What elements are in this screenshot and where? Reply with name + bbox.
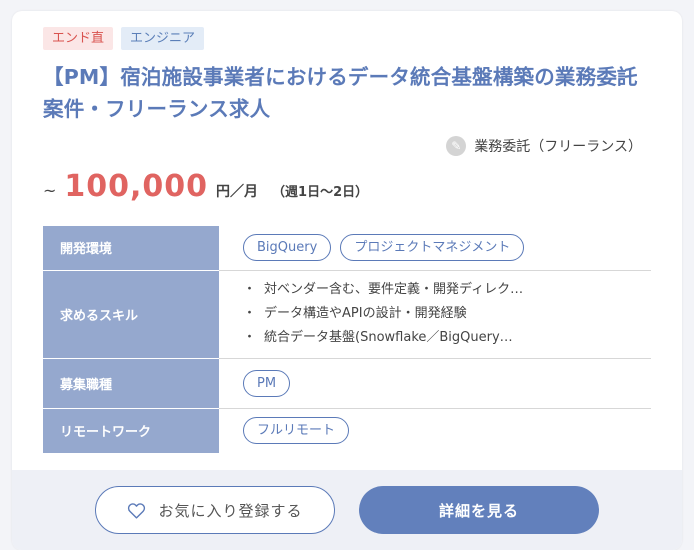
tag-list: エンド直 エンジニア: [43, 27, 205, 50]
spec-value-env: BigQuery プロジェクトマネジメント: [219, 226, 651, 271]
salary-note: （週1日〜2日）: [272, 185, 369, 200]
pencil-icon: ✎: [446, 136, 467, 156]
skill-item: 対ベンダー含む、要件定義・開発ディレク…: [243, 278, 651, 302]
contract-type-label: 業務委託（フリーランス）: [474, 139, 642, 155]
spec-row-role: 募集職種 PM: [43, 358, 651, 409]
spec-label-env: 開発環境: [43, 226, 219, 271]
salary-unit: 円／月: [216, 184, 259, 200]
detail-button-label: 詳細を見る: [438, 501, 519, 520]
spec-label-role: 募集職種: [43, 358, 219, 409]
spec-row-env: 開発環境 BigQuery プロジェクトマネジメント: [43, 226, 651, 271]
tag-end-direct: エンド直: [43, 27, 114, 50]
salary-amount: 100,000: [64, 169, 209, 204]
env-tag-bigquery[interactable]: BigQuery: [243, 234, 332, 262]
job-card: エンド直 エンジニア 【PM】宿泊施設事業者におけるデータ統合基盤構築の業務委託…: [12, 11, 682, 550]
skill-item: データ構造やAPIの設計・開発経験: [243, 302, 651, 326]
salary-prefix: ~: [43, 181, 57, 200]
role-tag-pm[interactable]: PM: [243, 369, 291, 397]
spec-label-remote: リモートワーク: [43, 408, 219, 454]
spec-row-remote: リモートワーク フルリモート: [43, 408, 651, 454]
detail-button[interactable]: 詳細を見る: [359, 486, 599, 534]
spec-label-skills: 求めるスキル: [43, 270, 219, 359]
card-footer: お気に入り登録する 詳細を見る: [12, 470, 682, 550]
tag-engineer: エンジニア: [121, 27, 205, 50]
spec-row-skills: 求めるスキル 対ベンダー含む、要件定義・開発ディレク… データ構造やAPIの設計…: [43, 270, 651, 359]
env-tag-pm[interactable]: プロジェクトマネジメント: [340, 234, 525, 262]
heart-icon: [128, 502, 146, 519]
salary: ~ 100,000 円／月 （週1日〜2日）: [43, 169, 368, 204]
spec-value-role: PM: [219, 358, 651, 409]
skill-item: 統合データ基盤(Snowflake／BigQuery…: [243, 326, 651, 350]
contract-type: ✎ 業務委託（フリーランス）: [446, 136, 642, 156]
favorite-button[interactable]: お気に入り登録する: [95, 486, 335, 534]
favorite-button-label: お気に入り登録する: [158, 501, 303, 520]
skill-list: 対ベンダー含む、要件定義・開発ディレク… データ構造やAPIの設計・開発経験 統…: [243, 278, 651, 350]
spec-value-remote: フルリモート: [219, 408, 651, 453]
spec-table: 開発環境 BigQuery プロジェクトマネジメント 求めるスキル 対ベンダー含…: [43, 226, 651, 454]
spec-value-skills: 対ベンダー含む、要件定義・開発ディレク… データ構造やAPIの設計・開発経験 統…: [219, 270, 651, 359]
remote-tag-full[interactable]: フルリモート: [243, 417, 350, 445]
job-title[interactable]: 【PM】宿泊施設事業者におけるデータ統合基盤構築の業務委託案件・フリーランス求人: [43, 61, 658, 125]
